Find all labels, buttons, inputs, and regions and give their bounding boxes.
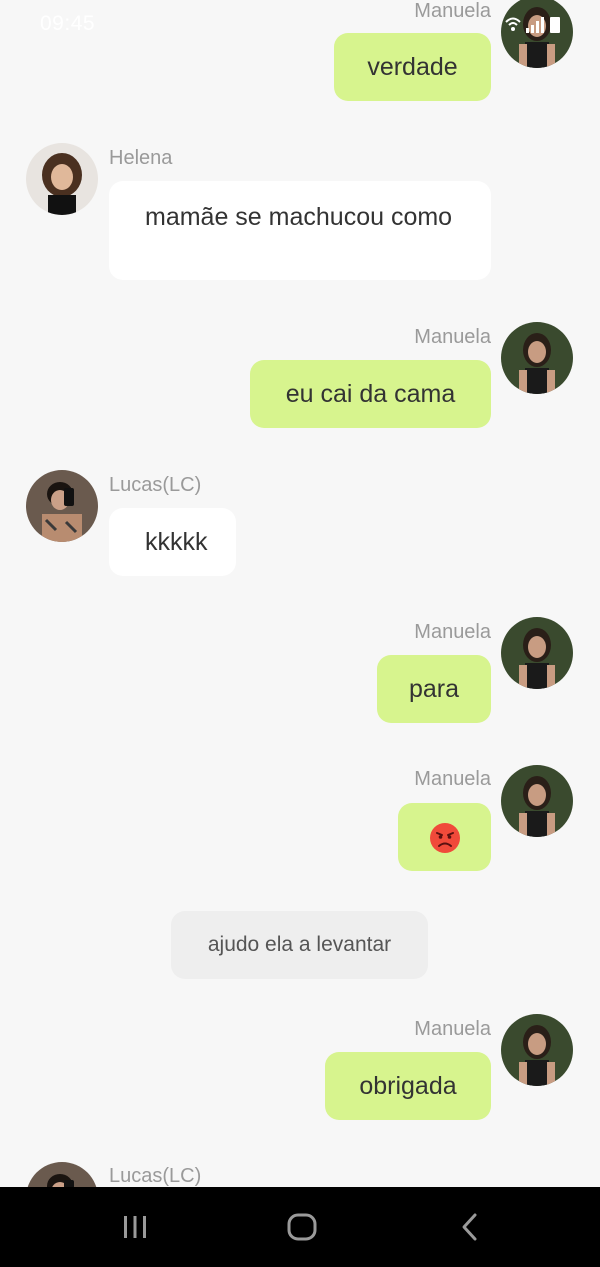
navigation-bar — [0, 1187, 600, 1267]
avatar[interactable] — [26, 143, 98, 215]
message-text: verdade — [367, 53, 458, 81]
message-text: obrigada — [359, 1072, 457, 1100]
recent-apps-button[interactable] — [95, 1187, 175, 1267]
message-bubble[interactable]: kkkkk — [109, 508, 236, 576]
avatar-lucas — [26, 470, 98, 542]
sender-name: Manuela — [414, 768, 491, 790]
status-icons — [505, 17, 560, 33]
angry-face-icon — [429, 823, 460, 854]
sender-name: Manuela — [414, 621, 491, 643]
back-icon — [462, 1213, 477, 1241]
sender-name: Lucas(LC) — [109, 1165, 202, 1187]
avatar[interactable] — [501, 765, 573, 837]
sender-name: Lucas(LC) — [109, 474, 202, 496]
message-text: eu cai da cama — [285, 380, 456, 408]
back-button[interactable] — [430, 1187, 510, 1267]
home-button[interactable] — [262, 1187, 342, 1267]
message-bubble[interactable]: obrigada — [325, 1052, 491, 1120]
message-text: kkkkk — [145, 528, 208, 556]
sender-name: Helena — [109, 147, 173, 169]
home-icon — [287, 1213, 317, 1241]
battery-icon — [550, 17, 560, 33]
status-time: 09:45 — [40, 12, 96, 35]
signal-icon — [526, 17, 544, 33]
wifi-icon — [505, 17, 521, 26]
system-message-text: ajudo ela a levantar — [207, 933, 392, 956]
recent-apps-icon — [124, 1216, 146, 1238]
message-bubble[interactable]: eu cai da cama — [250, 360, 491, 428]
chat-area[interactable]: 09:45 Manuela verdade Helena mamãe se ma… — [0, 0, 600, 1187]
avatar-helena — [26, 143, 98, 215]
message-bubble[interactable]: mamãe se machucou como — [109, 181, 491, 280]
message-bubble[interactable]: para — [377, 655, 491, 723]
sender-name: Manuela — [414, 326, 491, 348]
sender-name: Manuela — [414, 1018, 491, 1040]
message-bubble[interactable] — [398, 803, 491, 871]
avatar-manuela — [501, 765, 573, 837]
wifi-dot-icon — [511, 27, 515, 31]
avatar[interactable] — [501, 617, 573, 689]
avatar-manuela — [501, 1014, 573, 1086]
system-message: ajudo ela a levantar — [171, 911, 428, 979]
message-text: mamãe se machucou como — [145, 203, 453, 231]
avatar-manuela — [501, 617, 573, 689]
avatar[interactable] — [501, 322, 573, 394]
avatar[interactable] — [501, 1014, 573, 1086]
avatar-manuela — [501, 322, 573, 394]
message-text: para — [408, 675, 460, 703]
avatar[interactable] — [26, 1162, 98, 1187]
avatar-lucas — [26, 1162, 98, 1187]
status-bar: 09:45 — [0, 0, 600, 48]
avatar[interactable] — [26, 470, 98, 542]
